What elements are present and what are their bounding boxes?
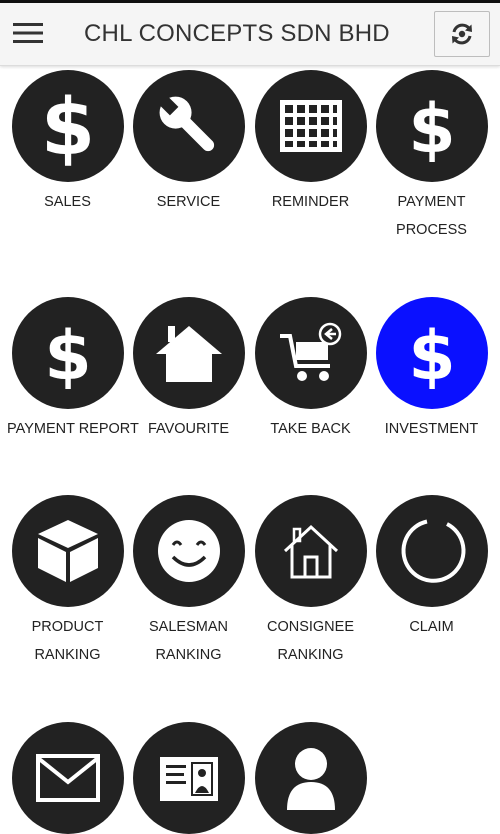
refresh-icon	[452, 23, 472, 45]
tile-label: SALES	[44, 194, 91, 210]
hamburger-menu-icon	[13, 23, 43, 43]
tile-label: REMINDER	[271, 194, 350, 210]
tile-label: SERVICE	[156, 194, 221, 210]
investment-circle[interactable]: $	[375, 297, 488, 409]
tile-reminder[interactable]: REMINDER	[250, 70, 371, 216]
id-card-circle[interactable]	[132, 722, 245, 834]
claim-circle[interactable]	[375, 495, 488, 607]
dollar-icon: $	[44, 317, 91, 393]
wrench-icon	[158, 95, 214, 152]
tile-consignee-ranking[interactable]: CONSIGNEE RANKING	[250, 495, 371, 669]
house-outline-icon	[283, 524, 338, 579]
tile-payment-process[interactable]: $ PAYMENT PROCESS	[371, 70, 492, 244]
tile-id-card[interactable]	[128, 722, 249, 834]
service-circle[interactable]	[132, 70, 245, 182]
sales-circle[interactable]: $	[11, 70, 124, 182]
tile-product-ranking[interactable]: PRODUCT RANKING	[7, 495, 128, 669]
consignee-ranking-circle[interactable]	[254, 495, 367, 607]
payment-report-circle[interactable]: $	[11, 297, 124, 409]
tile-sales[interactable]: $ SALES	[7, 70, 128, 216]
id-card-icon	[159, 757, 218, 801]
mail-circle[interactable]	[11, 722, 124, 834]
salesman-ranking-circle[interactable]	[132, 495, 245, 607]
reminder-circle[interactable]	[254, 70, 367, 182]
svg-text:$: $	[408, 90, 455, 166]
tile-salesman-ranking[interactable]: SALESMAN RANKING	[128, 495, 249, 669]
tile-claim[interactable]: CLAIM	[371, 495, 492, 641]
product-ranking-circle[interactable]	[11, 495, 124, 607]
tile-label: PAYMENT PROCESS	[396, 194, 467, 238]
menu-button[interactable]	[8, 13, 48, 53]
tile-label: SALESMAN RANKING	[149, 619, 228, 663]
refresh-button[interactable]	[434, 11, 490, 57]
box-icon	[37, 520, 98, 582]
person-icon	[286, 748, 335, 810]
favourite-circle[interactable]	[132, 297, 245, 409]
tile-label: PRODUCT RANKING	[31, 619, 104, 663]
tile-take-back[interactable]: TAKE BACK	[250, 297, 371, 443]
house-icon	[155, 326, 222, 382]
tile-label: TAKE BACK	[270, 421, 351, 437]
tile-label: FAVOURITE	[147, 421, 230, 437]
tile-favourite[interactable]: FAVOURITE	[128, 297, 249, 443]
take-back-circle[interactable]	[254, 297, 367, 409]
svg-text:$: $	[408, 317, 455, 393]
calendar-grid-icon	[279, 100, 342, 152]
profile-circle[interactable]	[254, 722, 367, 834]
smiley-icon	[157, 520, 220, 582]
tile-investment[interactable]: $ INVESTMENT	[371, 297, 492, 443]
app-bar: CHL CONCEPTS SDN BHD	[0, 3, 500, 66]
app-title: CHL CONCEPTS SDN BHD	[84, 20, 390, 47]
tile-mail[interactable]	[7, 722, 128, 834]
cart-return-icon	[279, 322, 341, 381]
tile-label: INVESTMENT	[384, 421, 479, 437]
dollar-icon: $	[408, 90, 455, 166]
payment-process-circle[interactable]: $	[375, 70, 488, 182]
tile-label: PAYMENT REPORT	[7, 421, 139, 437]
tile-label: CLAIM	[409, 619, 454, 635]
envelope-icon	[35, 754, 100, 802]
svg-text:$: $	[44, 317, 91, 393]
svg-text:$: $	[40, 86, 94, 166]
dollar-icon: $	[40, 86, 94, 166]
tile-payment-report[interactable]: $ PAYMENT REPORT	[7, 297, 139, 443]
tile-profile[interactable]	[250, 722, 371, 834]
dollar-icon: $	[408, 317, 455, 393]
ring-icon	[401, 519, 465, 583]
tile-label: CONSIGNEE RANKING	[266, 619, 354, 663]
tile-service[interactable]: SERVICE	[128, 70, 249, 216]
